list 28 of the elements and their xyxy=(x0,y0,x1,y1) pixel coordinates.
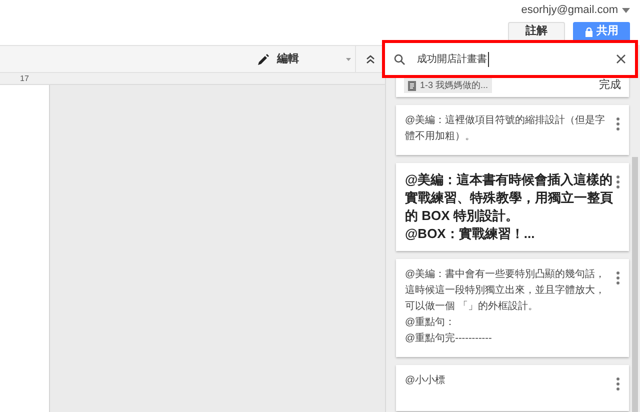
comment-text: @小小標 xyxy=(405,374,446,388)
comments-button[interactable]: 註解 xyxy=(508,22,565,42)
document-icon xyxy=(408,80,416,90)
more-icon[interactable] xyxy=(616,377,620,391)
comment-text: @BOX：實戰練習！... xyxy=(405,225,536,243)
done-button[interactable]: 完成 xyxy=(599,76,621,93)
ruler-number: 17 xyxy=(20,74,29,82)
chip-label: 1-3 我媽媽做的... xyxy=(420,78,488,92)
more-icon[interactable] xyxy=(616,175,620,189)
close-icon[interactable] xyxy=(616,54,626,64)
comment-text: @重點句： xyxy=(405,316,456,330)
search-icon xyxy=(394,54,405,64)
lock-icon xyxy=(584,26,592,36)
mode-label[interactable]: 編輯 xyxy=(277,50,299,68)
more-icon[interactable] xyxy=(616,271,620,285)
comment-text: @重點句完----------- xyxy=(405,332,493,346)
search-field[interactable]: 成功開店計畫書 xyxy=(382,40,638,78)
caret-icon[interactable] xyxy=(622,8,630,13)
caret-icon[interactable] xyxy=(346,58,351,60)
comment-text: @美編：這裡做項目符號的縮排設計（但是字體不用加粗）。 xyxy=(405,114,606,144)
pencil-icon xyxy=(258,54,269,64)
search-value: 成功開店計畫書 xyxy=(417,52,489,66)
collapse-icon[interactable] xyxy=(366,54,375,64)
document-chip[interactable]: 1-3 我媽媽做的... xyxy=(404,78,492,93)
more-icon[interactable] xyxy=(616,117,620,131)
comment-text: @美編：這本書有時候會插入這樣的實戰練習、特殊教學，用獨立一整頁的 BOX 特別設計。 xyxy=(405,171,614,225)
comment-text: @美編：書中會有一些要特別凸顯的幾句話，這時候這一段特別獨立出來，並且字體放大，可以做一個 「」的外框設計。 xyxy=(405,268,606,314)
account-email[interactable]: esorhjy@gmail.com xyxy=(521,2,618,18)
